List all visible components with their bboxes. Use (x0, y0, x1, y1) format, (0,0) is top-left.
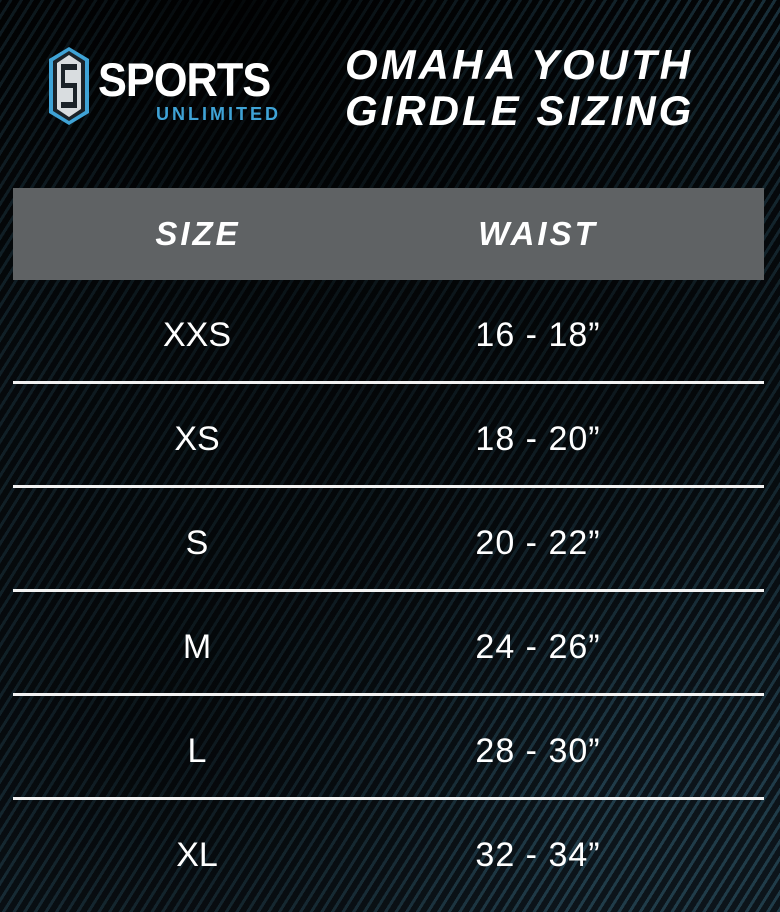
waist-cell: 28 - 30” (475, 732, 601, 770)
waist-cell: 18 - 20” (475, 420, 601, 458)
table-row: S 20 - 22” (13, 488, 764, 592)
waist-cell: 16 - 18” (475, 316, 601, 354)
waist-column-header: WAIST (478, 215, 598, 252)
size-cell: XL (176, 836, 218, 874)
size-cell: S (185, 524, 209, 562)
table-row: XS 18 - 20” (13, 384, 764, 488)
size-cell: L (187, 732, 207, 770)
brand-subtitle: UNLIMITED (156, 104, 281, 124)
size-column-header: SIZE (155, 215, 241, 252)
waist-cell: 32 - 34” (475, 836, 601, 874)
sizing-table: SIZE WAIST XXS 16 - 18” XS 18 - 20” S 20… (13, 188, 764, 904)
brand-logo: SPORTS UNLIMITED (48, 46, 298, 130)
brand-wordmark: SPORTS (98, 53, 271, 106)
size-cell: XS (174, 420, 220, 458)
title-line-1: OMAHA YOUTH (345, 41, 693, 88)
shield-s-logo-icon (49, 47, 89, 125)
table-header: SIZE WAIST (13, 188, 764, 280)
page-title: OMAHA YOUTH GIRDLE SIZING (345, 42, 745, 134)
waist-cell: 20 - 22” (475, 524, 601, 562)
waist-cell: 24 - 26” (475, 628, 601, 666)
size-cell: M (182, 628, 212, 666)
table-row: M 24 - 26” (13, 592, 764, 696)
table-row: XL 32 - 34” (13, 800, 764, 904)
header: SPORTS UNLIMITED OMAHA YOUTH GIRDLE SIZI… (0, 0, 780, 180)
table-row: L 28 - 30” (13, 696, 764, 800)
table-row: XXS 16 - 18” (13, 280, 764, 384)
size-cell: XXS (162, 316, 232, 354)
title-line-2: GIRDLE SIZING (345, 87, 695, 134)
